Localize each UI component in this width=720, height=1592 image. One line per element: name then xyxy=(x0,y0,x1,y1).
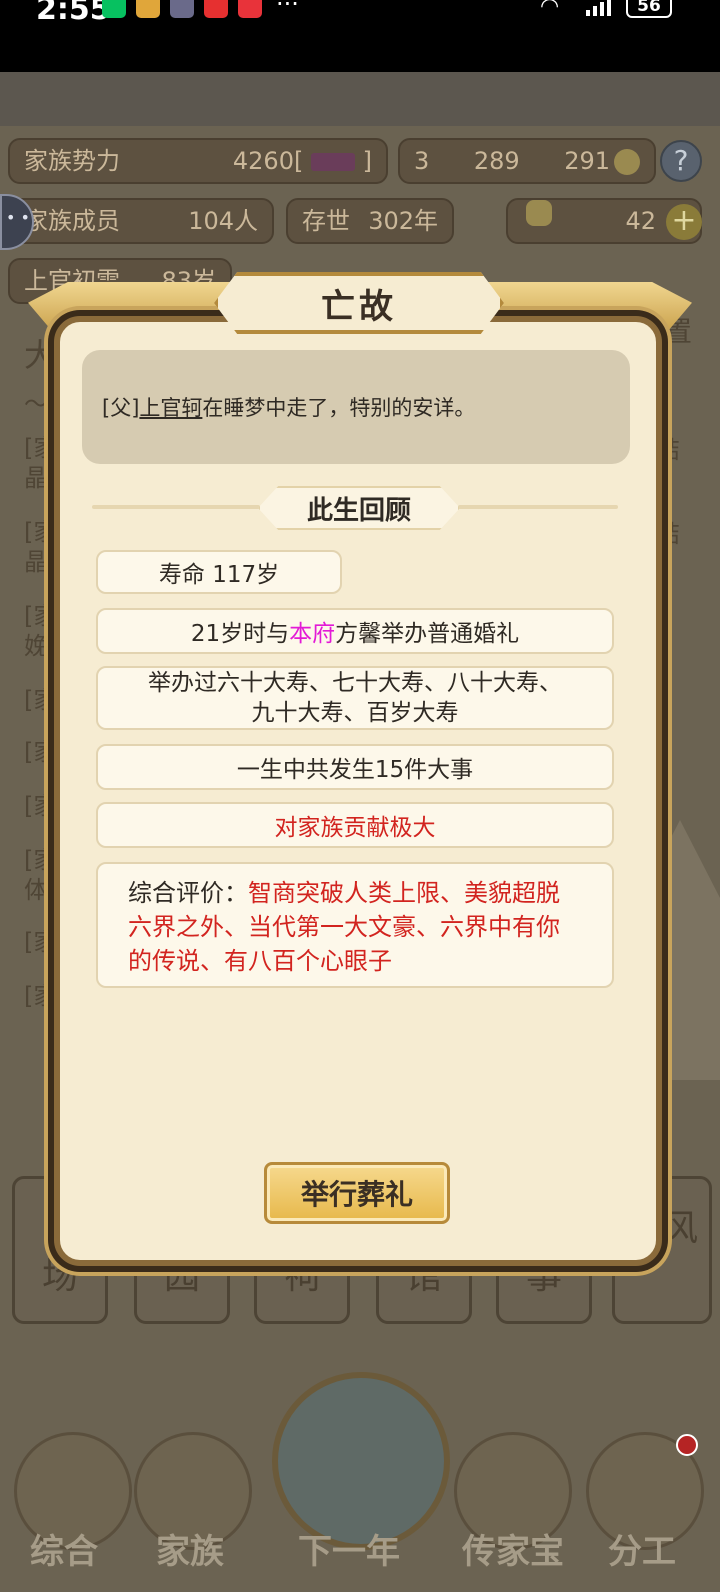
nav-label-overview: 综合 xyxy=(30,1532,98,1572)
bg-text: [家 xyxy=(24,738,58,766)
status-bar: 2:55 ··· ◠ 4G 56 xyxy=(0,0,720,72)
app-icon xyxy=(204,0,228,18)
help-button[interactable]: ? xyxy=(660,140,702,182)
deceased-name-link[interactable]: 上官轲 xyxy=(139,396,202,420)
marriage-entry: 21岁时与本府方馨举办普通婚礼 xyxy=(96,608,614,654)
currency-panel: 3 289 291 xyxy=(398,138,656,184)
dialog-title: 亡故 xyxy=(321,286,397,327)
hold-funeral-button[interactable]: 举行葬礼 xyxy=(264,1162,450,1224)
divider-left xyxy=(92,505,260,509)
evaluation-entry: 综合评价：智商突破人类上限、美貌超脱六界之外、当代第一大文豪、六界中有你的传说、… xyxy=(96,862,614,988)
events-text: 一生中共发生15件大事 xyxy=(236,757,474,783)
contribution-entry: 对家族贡献极大 xyxy=(96,802,614,848)
bg-text: [家 xyxy=(24,928,58,956)
birthdays-line-1: 举办过六十大寿、七十大寿、八十大寿、 xyxy=(148,670,562,696)
family-members-panel: 家族成员 104人 xyxy=(8,198,274,244)
contribution-text: 对家族贡献极大 xyxy=(274,815,436,841)
life-review-title: 此生回顾 xyxy=(258,486,460,530)
bg-text: 晶 xyxy=(24,548,48,576)
evaluation-label: 综合评价： xyxy=(128,879,248,907)
signal-icon xyxy=(586,0,611,16)
more-notifications-icon: ··· xyxy=(276,0,299,18)
family-power-value: 4260 xyxy=(232,147,294,175)
gold-count: 3 xyxy=(414,147,430,175)
lifespan-text: 寿命 117岁 xyxy=(158,562,280,588)
bg-text: [家 xyxy=(24,792,58,820)
bg-text: [家 xyxy=(24,686,58,714)
notification-dot xyxy=(676,1434,698,1456)
family-members-value: 104人 xyxy=(188,207,258,235)
ingot-icon xyxy=(526,200,552,226)
family-power-label: 家族势力 xyxy=(24,147,120,175)
battery-icon: 56 xyxy=(626,0,672,18)
existence-value: 302年 xyxy=(368,207,438,235)
lifespan-entry: 寿命 117岁 xyxy=(96,550,342,594)
birthdays-entry: 举办过六十大寿、七十大寿、八十大寿、 九十大寿、百岁大寿 xyxy=(96,666,614,730)
marriage-prefix: 21岁时与 xyxy=(190,621,290,647)
power-rank-badge xyxy=(310,153,355,171)
add-ingot-button[interactable]: + xyxy=(666,204,702,240)
app-icon xyxy=(136,0,160,18)
news-icon xyxy=(238,0,262,18)
nav-label-next-year: 下一年 xyxy=(298,1532,400,1572)
bg-text: 娩 xyxy=(24,632,48,660)
bg-text: 晶 xyxy=(24,464,48,492)
events-entry: 一生中共发生15件大事 xyxy=(96,744,614,790)
marriage-suffix: 方馨举办普通婚礼 xyxy=(335,621,520,647)
ingot-count: 42 xyxy=(625,207,656,235)
family-members-label: 家族成员 xyxy=(24,207,120,235)
wifi-icon: ◠ xyxy=(540,0,560,19)
relation-tag: [父] xyxy=(102,396,140,420)
notification-icons xyxy=(102,0,262,18)
existence-label: 存世 xyxy=(302,207,350,235)
bg-text: 大 xyxy=(24,336,57,374)
clock: 2:55 xyxy=(36,0,111,27)
silver-count: 289 xyxy=(473,147,520,175)
bg-text: [家 xyxy=(24,982,58,1010)
family-power-panel: 家族势力 4260[ ] xyxy=(8,138,388,184)
death-message: 在睡梦中走了，特别的安详。 xyxy=(202,396,476,420)
coin-count: 291 xyxy=(564,147,610,175)
death-message-box: [父]上官轲在睡梦中走了，特别的安详。 xyxy=(82,350,630,464)
nav-label-assignment: 分工 xyxy=(608,1532,676,1572)
divider-right xyxy=(458,505,618,509)
birthdays-line-2: 九十大寿、百岁大寿 xyxy=(251,700,459,726)
marriage-house: 本府 xyxy=(289,621,336,647)
wechat-icon xyxy=(102,0,126,18)
coin-icon xyxy=(614,149,640,175)
game-icon xyxy=(170,0,194,18)
nav-label-family: 家族 xyxy=(156,1532,224,1572)
bg-text: 体 xyxy=(24,876,48,904)
dialog-title-plate: 亡故 xyxy=(214,272,504,334)
nav-label-heirloom: 传家宝 xyxy=(462,1532,564,1572)
app-top-band xyxy=(0,72,720,126)
existence-panel: 存世 302年 xyxy=(286,198,454,244)
bg-text: 〜 xyxy=(24,390,48,418)
